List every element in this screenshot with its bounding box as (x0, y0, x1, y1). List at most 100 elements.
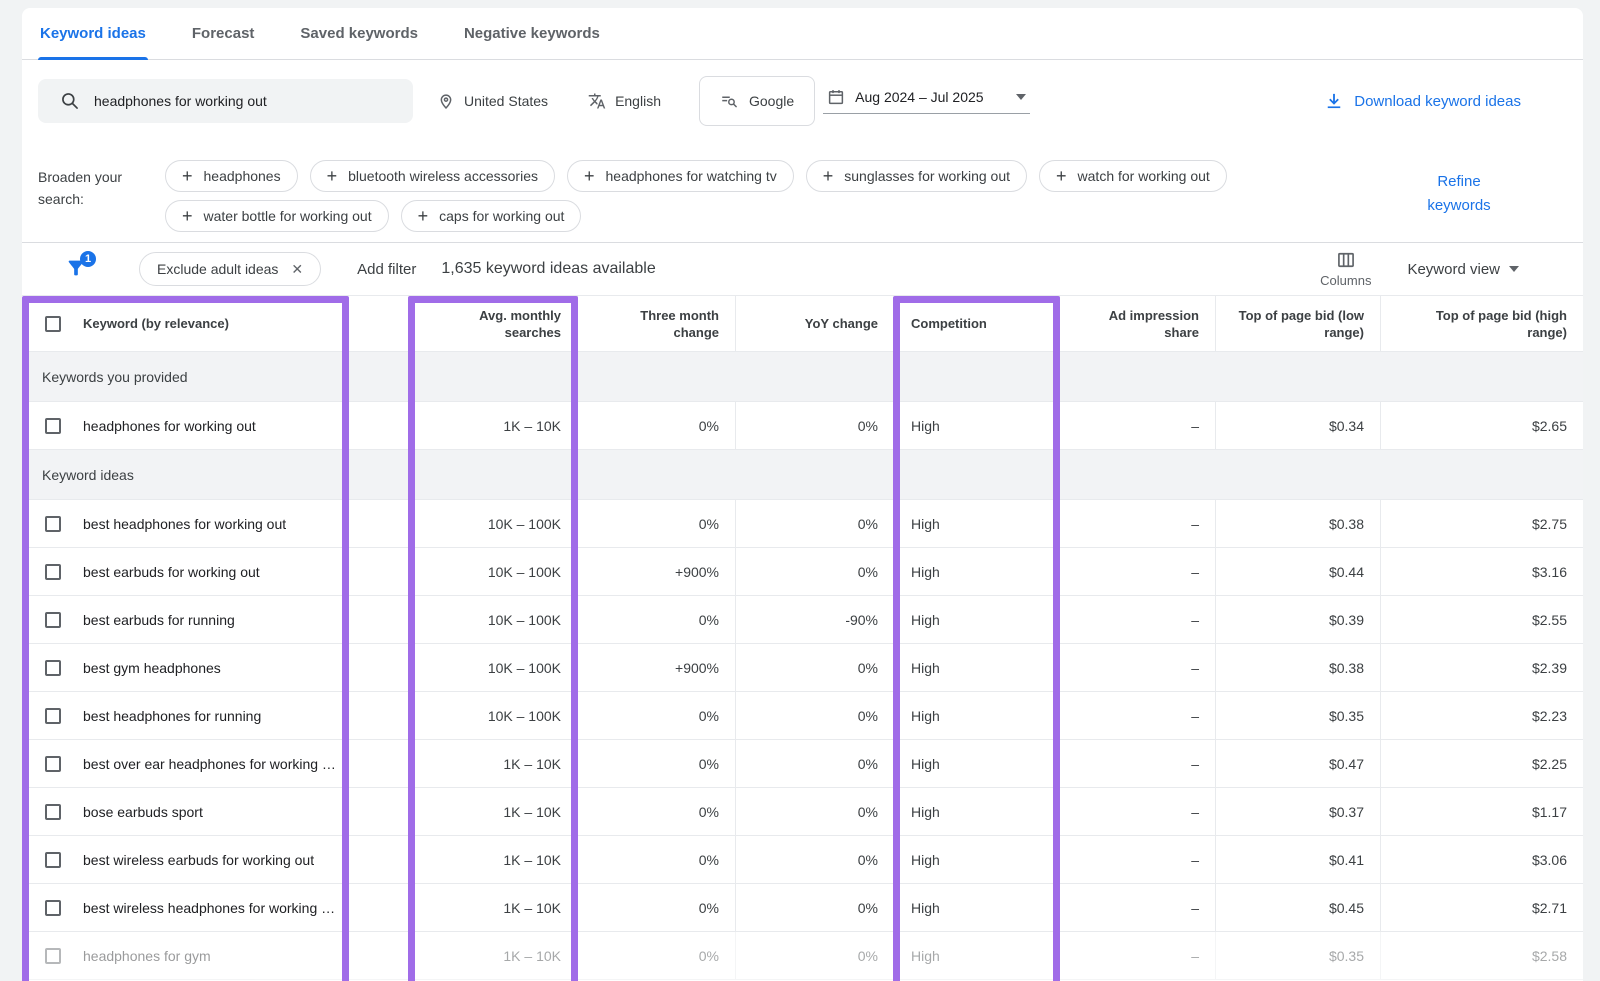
top-of-page-bid-low-column-header[interactable]: Top of page bid (low range) (1215, 296, 1380, 351)
chevron-down-icon (1016, 94, 1026, 100)
row-checkbox[interactable] (45, 418, 61, 434)
avg-monthly-searches-column-header[interactable]: Avg. monthly searches (410, 296, 577, 351)
row-checkbox[interactable] (45, 564, 61, 580)
top-of-page-bid-high-cell: $2.58 (1380, 932, 1583, 979)
competition-cell: High (894, 402, 1059, 449)
broaden-chip[interactable]: + watch for working out (1039, 160, 1227, 192)
top-of-page-bid-high-column-header[interactable]: Top of page bid (high range) (1380, 296, 1583, 351)
search-input[interactable]: headphones for working out (38, 79, 413, 123)
keyword-text[interactable]: bose earbuds sport (83, 804, 203, 820)
top-of-page-bid-low-cell: $0.37 (1215, 788, 1380, 835)
columns-button[interactable]: Columns (1320, 250, 1371, 288)
table-row: best earbuds for running10K – 100K0%-90%… (22, 596, 1583, 644)
active-filter-chip[interactable]: Exclude adult ideas ✕ (139, 252, 321, 286)
broaden-chip[interactable]: +water bottle for working out (165, 200, 389, 232)
three-month-change-column-header[interactable]: Three month change (577, 296, 735, 351)
tab-saved-keywords[interactable]: Saved keywords (298, 8, 420, 59)
row-checkbox[interactable] (45, 708, 61, 724)
keyword-text[interactable]: best gym headphones (83, 660, 221, 676)
keyword-text[interactable]: best earbuds for working out (83, 564, 260, 580)
tab-forecast[interactable]: Forecast (190, 8, 257, 59)
refine-keywords-button[interactable]: Refine keywords (1417, 158, 1501, 234)
column-label: Keyword (by relevance) (83, 315, 229, 332)
three-month-change-cell: 0% (577, 402, 735, 449)
select-all-checkbox[interactable] (45, 316, 61, 332)
keyword-cell: best headphones for running (22, 692, 410, 739)
language-selector[interactable]: English (588, 92, 661, 110)
row-checkbox[interactable] (45, 900, 61, 916)
competition-cell: High (894, 836, 1059, 883)
keyword-planner-page: Keyword ideas Forecast Saved keywords Ne… (0, 0, 1600, 981)
broaden-chip[interactable]: +headphones (165, 160, 298, 192)
keyword-text[interactable]: best wireless headphones for working … (83, 900, 335, 916)
keyword-text[interactable]: headphones for working out (83, 418, 256, 434)
keyword-table: Keyword (by relevance) Avg. monthly searc… (22, 295, 1583, 980)
yoy-change-cell: 0% (735, 740, 894, 787)
competition-column-header[interactable]: Competition (894, 296, 1059, 351)
row-checkbox[interactable] (45, 660, 61, 676)
yoy-change-column-header[interactable]: YoY change (735, 296, 894, 351)
keyword-text[interactable]: best over ear headphones for working … (83, 756, 336, 772)
row-checkbox[interactable] (45, 612, 61, 628)
keyword-text[interactable]: headphones for gym (83, 948, 211, 964)
top-of-page-bid-low-cell: $0.41 (1215, 836, 1380, 883)
keyword-view-dropdown[interactable]: Keyword view (1407, 261, 1519, 278)
keyword-column-header[interactable]: Keyword (by relevance) (22, 296, 410, 351)
location-selector[interactable]: United States (437, 92, 548, 110)
section-row: Keyword ideas (22, 450, 1583, 500)
broaden-chip[interactable]: +caps for working out (401, 200, 582, 232)
yoy-change-cell: 0% (735, 500, 894, 547)
keyword-text[interactable]: best headphones for working out (83, 516, 286, 532)
add-filter-button[interactable]: Add filter (357, 261, 416, 278)
table-row: best wireless earbuds for working out1K … (22, 836, 1583, 884)
keyword-text[interactable]: best earbuds for running (83, 612, 235, 628)
broaden-chip-label: watch for working out (1078, 168, 1210, 184)
row-checkbox[interactable] (45, 756, 61, 772)
keyword-cell: headphones for gym (22, 932, 410, 979)
keyword-text[interactable]: best headphones for running (83, 708, 261, 724)
top-of-page-bid-low-cell: $0.47 (1215, 740, 1380, 787)
broaden-chip[interactable]: +sunglasses for working out (806, 160, 1027, 192)
table-row: best wireless headphones for working … 1K… (22, 884, 1583, 932)
keyword-cell: best gym headphones (22, 644, 410, 691)
download-keyword-ideas-button[interactable]: Download keyword ideas (1324, 91, 1521, 111)
plus-icon: + (1056, 167, 1067, 185)
yoy-change-cell: -90% (735, 596, 894, 643)
competition-cell: High (894, 740, 1059, 787)
table-row: bose earbuds sport1K – 10K0%0%High–$0.37… (22, 788, 1583, 836)
filter-funnel-icon[interactable]: 1 (65, 256, 89, 282)
plus-icon: + (327, 167, 338, 185)
tab-negative-keywords[interactable]: Negative keywords (462, 8, 602, 59)
table-row: headphones for gym1K – 10K0%0%High–$0.35… (22, 932, 1583, 980)
table-row: best headphones for running10K – 100K0%0… (22, 692, 1583, 740)
ad-impression-share-cell: – (1059, 548, 1215, 595)
plus-icon: + (182, 207, 193, 225)
tab-keyword-ideas[interactable]: Keyword ideas (38, 8, 148, 59)
network-selector[interactable]: Google (699, 76, 815, 126)
network-search-icon (720, 92, 738, 110)
ad-impression-share-cell: – (1059, 402, 1215, 449)
plus-icon: + (823, 167, 834, 185)
row-checkbox[interactable] (45, 948, 61, 964)
tab-bar: Keyword ideas Forecast Saved keywords Ne… (22, 8, 1583, 60)
remove-filter-icon[interactable]: ✕ (291, 261, 303, 278)
date-range-selector[interactable]: Aug 2024 – Jul 2025 (823, 88, 1029, 114)
three-month-change-cell: 0% (577, 836, 735, 883)
ad-impression-share-cell: – (1059, 500, 1215, 547)
broaden-chip[interactable]: +bluetooth wireless accessories (310, 160, 555, 192)
top-of-page-bid-high-cell: $3.06 (1380, 836, 1583, 883)
row-checkbox[interactable] (45, 804, 61, 820)
avg-monthly-searches-cell: 10K – 100K (410, 596, 577, 643)
broaden-chips: +headphones +bluetooth wireless accessori… (165, 158, 1315, 234)
avg-monthly-searches-cell: 1K – 10K (410, 884, 577, 931)
yoy-change-cell: 0% (735, 644, 894, 691)
broaden-chip[interactable]: +headphones for watching tv (567, 160, 794, 192)
row-checkbox[interactable] (45, 516, 61, 532)
table-row: best headphones for working out10K – 100… (22, 500, 1583, 548)
keyword-cell: best earbuds for working out (22, 548, 410, 595)
row-checkbox[interactable] (45, 852, 61, 868)
competition-cell: High (894, 788, 1059, 835)
section-row: Keywords you provided (22, 352, 1583, 402)
keyword-text[interactable]: best wireless earbuds for working out (83, 852, 314, 868)
ad-impression-share-column-header[interactable]: Ad impression share (1059, 296, 1215, 351)
